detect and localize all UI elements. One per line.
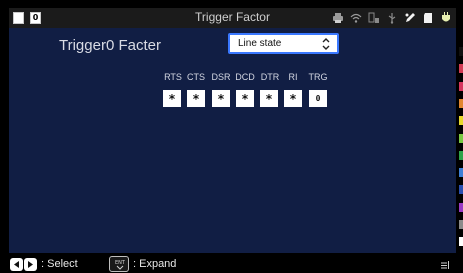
footer-bar: : Select ENT : Expand: [0, 253, 463, 273]
page-title: Trigger0 Facter: [59, 37, 161, 54]
line-state-select[interactable]: Line state: [228, 33, 339, 54]
color-stripe: [459, 168, 463, 178]
color-stripe: [459, 220, 463, 229]
signal-value-ri[interactable]: *: [284, 90, 302, 107]
device-screen: 0 Trigger Factor Trigger0 Facter Line st…: [0, 0, 463, 273]
printer-icon: [333, 13, 343, 23]
signal-label-ri: RI: [288, 72, 298, 82]
signal-value-dtr[interactable]: *: [260, 90, 278, 107]
svg-text:ENT: ENT: [115, 260, 126, 266]
select-value: Line state: [238, 38, 282, 49]
signal-label-rts: RTS: [164, 72, 182, 82]
sd-card-icon: [424, 13, 432, 23]
edit-icon: [405, 13, 415, 22]
signal-value-cts[interactable]: *: [187, 90, 205, 107]
chevron-updown-icon: [322, 38, 330, 50]
signal-label-dsr: DSR: [211, 72, 231, 82]
enter-key-icon: ENT: [109, 256, 129, 272]
color-stripe: [459, 202, 463, 212]
signal-value-rts[interactable]: *: [163, 90, 181, 107]
color-stripe: [459, 47, 463, 56]
left-arrow-button[interactable]: [10, 258, 23, 271]
color-stripe: [459, 133, 463, 143]
usb-icon: [388, 13, 396, 24]
color-stripe: [459, 150, 463, 160]
color-stripe: [459, 185, 463, 195]
signal-value-dcd[interactable]: *: [236, 90, 254, 107]
color-stripe: [459, 98, 463, 108]
signal-value-trg[interactable]: 0: [309, 90, 327, 107]
color-stripe: [459, 64, 463, 74]
signal-value-dsr[interactable]: *: [212, 90, 230, 107]
signal-label-dcd: DCD: [235, 72, 255, 82]
signal-label-cts: CTS: [187, 72, 205, 82]
right-arrow-button[interactable]: [24, 258, 37, 271]
select-hint-label: : Select: [41, 258, 78, 270]
triangle-right-icon: [28, 261, 33, 268]
color-stripe: [459, 81, 463, 91]
status-bar: 0 Trigger Factor: [9, 8, 456, 28]
triangle-left-icon: [14, 261, 19, 268]
color-stripe: [459, 116, 463, 126]
menu-icon[interactable]: [440, 260, 450, 270]
power-plug-icon: [442, 12, 450, 22]
expand-hint-label: : Expand: [133, 258, 177, 270]
status-icons: [332, 11, 452, 25]
main-panel: Trigger0 Facter Line state RTS CTS DSR D…: [9, 28, 456, 253]
battery-charge-icon: [368, 12, 379, 23]
signal-label-trg: TRG: [308, 72, 328, 82]
signal-label-dtr: DTR: [260, 72, 280, 82]
wifi-icon: [350, 13, 362, 23]
color-stripe: [459, 237, 463, 247]
